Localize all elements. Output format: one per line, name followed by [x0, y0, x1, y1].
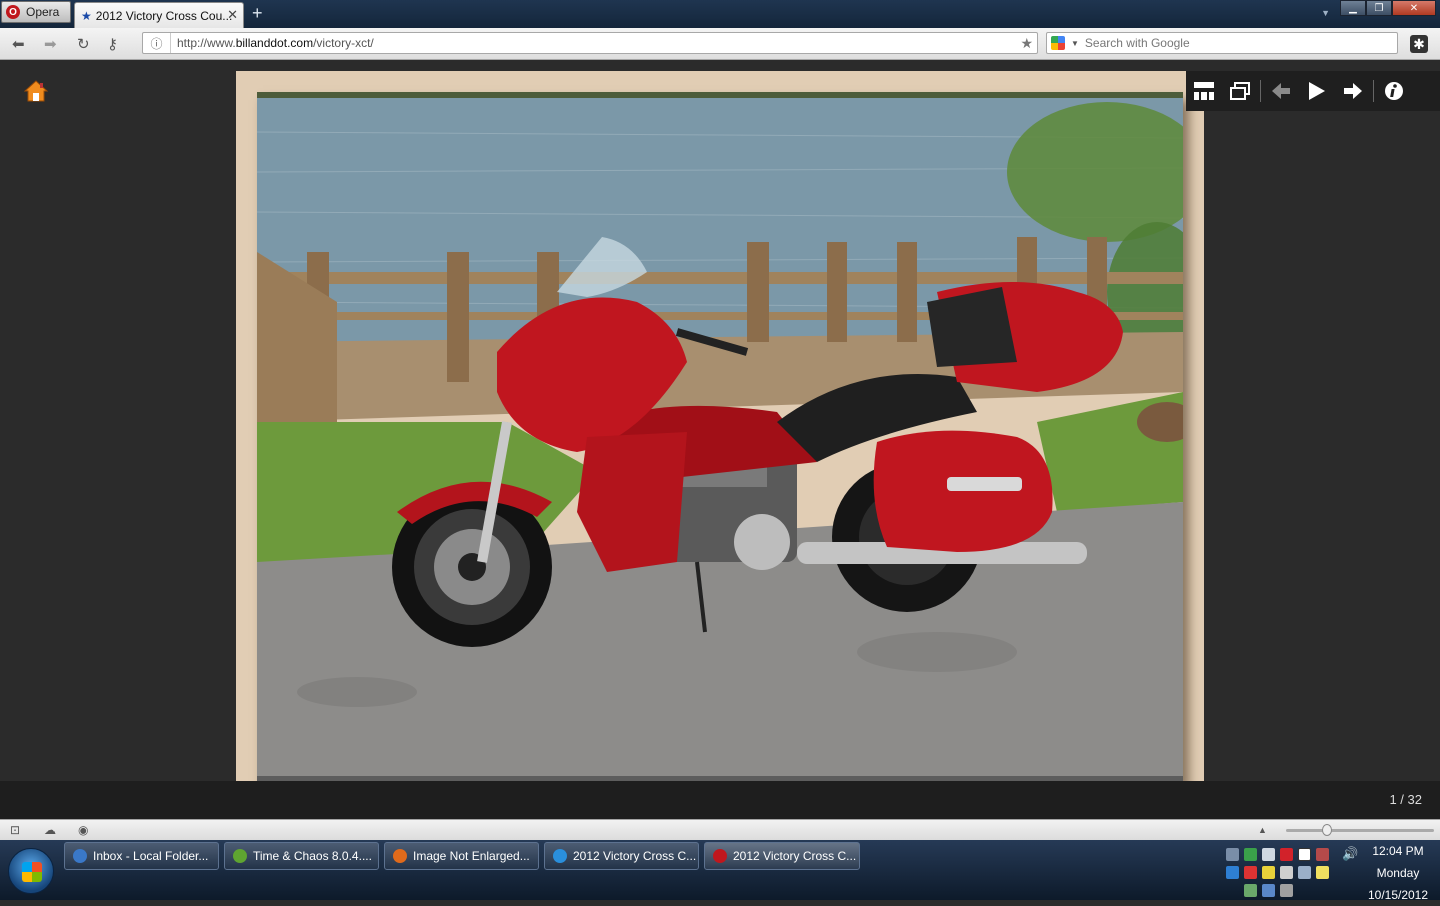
- network-tray-icon[interactable]: [1226, 848, 1239, 861]
- home-icon[interactable]: [24, 79, 48, 103]
- toolbar-divider: [1260, 80, 1261, 102]
- close-window-button[interactable]: ✕: [1392, 0, 1436, 16]
- viewer-bottom-bar: 1 / 32: [0, 781, 1440, 819]
- image-counter: 1 / 32: [1389, 792, 1422, 807]
- extension-icon[interactable]: ✱: [1410, 35, 1428, 53]
- taskbar-item-label: Time & Chaos 8.0.4....: [253, 849, 372, 863]
- page-viewport: 1 / 32: [0, 61, 1440, 819]
- security-tray-icon[interactable]: [1244, 848, 1257, 861]
- zoom-slider-thumb[interactable]: [1322, 824, 1332, 836]
- search-placeholder: Search with Google: [1084, 36, 1190, 50]
- motorcycle-photo[interactable]: [257, 92, 1183, 782]
- clock-day: Monday: [1376, 866, 1420, 880]
- window-controls: ▁ ❐ ✕: [1340, 0, 1436, 16]
- viewer-toolbar: [1186, 71, 1440, 111]
- internet-explorer-icon: [553, 849, 567, 863]
- tool-tray-icon[interactable]: [1280, 866, 1293, 879]
- close-tab-icon[interactable]: ✕: [227, 7, 238, 23]
- info-icon[interactable]: [1376, 71, 1412, 111]
- storage-tray-icon[interactable]: [1262, 848, 1275, 861]
- time-chaos-icon: [233, 849, 247, 863]
- taskbar-item-ie-victory[interactable]: 2012 Victory Cross C...: [544, 842, 699, 870]
- url-path: /victory-xct/: [313, 36, 374, 50]
- windows-logo-icon: [22, 862, 42, 882]
- previous-icon[interactable]: [1263, 71, 1299, 111]
- zoom-slider-track[interactable]: [1286, 829, 1434, 832]
- minimize-button[interactable]: ▁: [1340, 0, 1366, 16]
- google-icon[interactable]: [1051, 36, 1065, 50]
- reload-icon[interactable]: ↻: [77, 35, 90, 53]
- url-domain: billanddot.com: [235, 36, 314, 50]
- media-tray-icon[interactable]: [1262, 884, 1275, 897]
- misc-tray-icon[interactable]: [1280, 884, 1293, 897]
- key-icon[interactable]: ⚷: [107, 35, 118, 53]
- next-icon[interactable]: [1335, 71, 1371, 111]
- calendar-tray-icon[interactable]: [1298, 848, 1311, 861]
- taskbar-item-image-not-enlarged[interactable]: Image Not Enlarged...: [384, 842, 539, 870]
- forward-icon[interactable]: ➡: [44, 35, 57, 53]
- app-tray-icon[interactable]: [1316, 848, 1329, 861]
- taskbar-item-label: Image Not Enlarged...: [413, 849, 530, 863]
- opera-unite-icon[interactable]: ☁: [44, 823, 56, 837]
- opera-menu-label: Opera: [26, 5, 60, 19]
- opera-menu-button[interactable]: O Opera: [1, 1, 71, 23]
- firefox-icon: [393, 849, 407, 863]
- thunderbird-icon: [73, 849, 87, 863]
- taskbar-item-label: Inbox - Local Folder...: [93, 849, 209, 863]
- navigation-bar: ⬅ ➡ ↻ ⚷ ⓘ http://www.billanddot.com/vict…: [0, 28, 1440, 60]
- clock-date: 10/15/2012: [1367, 888, 1429, 902]
- notes-tray-icon[interactable]: [1262, 866, 1275, 879]
- star-favicon-icon: ★: [81, 8, 92, 23]
- system-clock[interactable]: 12:04 PM Monday 10/15/2012: [1356, 840, 1440, 906]
- restore-button[interactable]: ❐: [1366, 0, 1392, 16]
- status-bar: ⊡ ☁ ◉ ▲: [0, 819, 1440, 840]
- taskbar-item-time-chaos[interactable]: Time & Chaos 8.0.4....: [224, 842, 379, 870]
- system-tray: [1224, 844, 1334, 897]
- new-tab-button[interactable]: +: [252, 3, 263, 24]
- zoom-menu-icon[interactable]: ▲: [1258, 825, 1267, 835]
- speed-dial-icon[interactable]: ◉: [78, 823, 88, 837]
- tab-title: 2012 Victory Cross Cou...: [95, 8, 233, 23]
- search-engine-dropdown-icon[interactable]: ▼: [1071, 39, 1079, 48]
- taskbar-item-label: 2012 Victory Cross C...: [733, 849, 857, 863]
- panel-toggle-icon[interactable]: ⊡: [10, 823, 20, 837]
- taskbar-item-opera-victory[interactable]: 2012 Victory Cross C...: [704, 842, 860, 870]
- opera-icon: [713, 849, 727, 863]
- url-text: http://www.billanddot.com/victory-xct/: [171, 36, 374, 50]
- home-tray-icon[interactable]: [1244, 884, 1257, 897]
- power-tray-icon[interactable]: [1316, 866, 1329, 879]
- toolbar-divider: [1373, 80, 1374, 102]
- address-field[interactable]: ⓘ http://www.billanddot.com/victory-xct/…: [142, 32, 1038, 54]
- tab-victory-cross[interactable]: ★ 2012 Victory Cross Cou... ✕: [74, 2, 244, 28]
- update-tray-icon[interactable]: [1226, 866, 1239, 879]
- tab-menu-icon[interactable]: ▼: [1321, 8, 1330, 18]
- start-button[interactable]: [8, 848, 54, 894]
- windows-taskbar: Inbox - Local Folder... Time & Chaos 8.0…: [0, 840, 1440, 902]
- display-tray-icon[interactable]: [1298, 866, 1311, 879]
- photo-frame: [236, 71, 1204, 808]
- back-icon[interactable]: ⬅: [12, 35, 25, 53]
- search-field[interactable]: ▼ Search with Google: [1046, 32, 1398, 54]
- title-bar: O Opera ★ 2012 Victory Cross Cou... ✕ + …: [0, 0, 1440, 28]
- play-icon[interactable]: [1299, 71, 1335, 111]
- thumbnails-icon[interactable]: [1186, 71, 1222, 111]
- url-prefix: http://www.: [177, 36, 236, 50]
- fullscreen-icon[interactable]: [1222, 71, 1258, 111]
- clock-time: 12:04 PM: [1372, 844, 1424, 858]
- opera-logo-icon: O: [6, 5, 20, 19]
- site-info-icon[interactable]: ⓘ: [143, 33, 171, 53]
- bookmark-star-icon[interactable]: ★: [1020, 35, 1033, 52]
- taskbar-item-inbox[interactable]: Inbox - Local Folder...: [64, 842, 219, 870]
- antivirus-tray-icon[interactable]: [1244, 866, 1257, 879]
- taskbar-item-label: 2012 Victory Cross C...: [573, 849, 697, 863]
- ccleaner-tray-icon[interactable]: [1280, 848, 1293, 861]
